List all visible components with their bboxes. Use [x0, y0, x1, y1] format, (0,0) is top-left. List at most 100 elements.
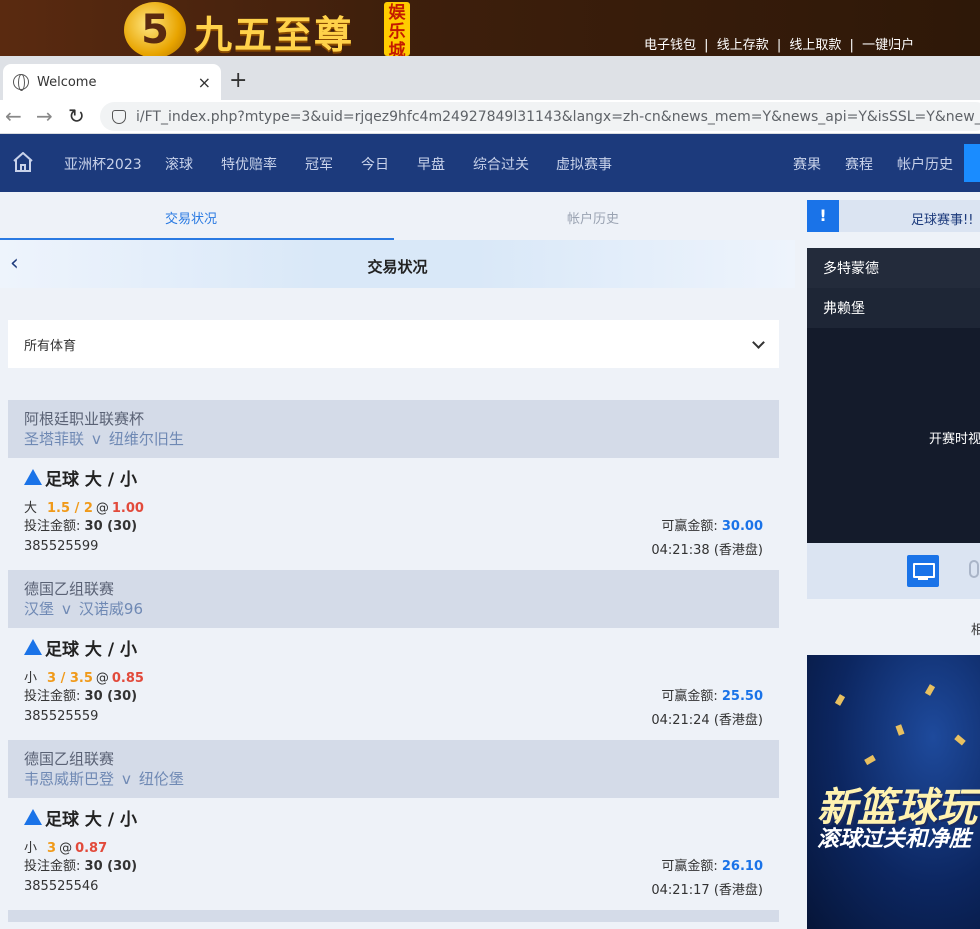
nav-results[interactable]: 赛果 [793, 154, 821, 174]
selection-line: 1.5 / 2 [47, 501, 93, 516]
browser-tab[interactable]: Welcome × [3, 64, 221, 100]
site-nav: 亚洲杯2023 滚球 特优赔率 冠军 今日 早盘 综合过关 虚拟赛事 赛果 赛程… [0, 134, 980, 192]
logo-emblem: 5 [124, 2, 186, 56]
nav-schedule[interactable]: 赛程 [845, 154, 873, 174]
amount-row: 投注金额: 30 (30) 可赢金额: 26.10 [24, 855, 763, 874]
nav-asian-cup[interactable]: 亚洲杯2023 [64, 154, 142, 174]
promo-banner[interactable]: 新篮球玩 滚球过关和净胜 [807, 655, 980, 929]
back-arrow-icon[interactable]: ← [5, 105, 22, 127]
odds-type: (香港盘) [713, 883, 763, 898]
link-consolidate[interactable]: 一键归户 [862, 38, 914, 53]
bet-time: 04:21:24 (香港盘) [651, 709, 763, 728]
new-tab-icon[interactable]: + [229, 69, 247, 93]
win-amount: 可赢金额: 25.50 [661, 685, 763, 704]
reload-icon[interactable]: ↻ [68, 105, 85, 127]
live-video-panel: 多特蒙德 弗赖堡 开赛时视 [807, 248, 980, 543]
vs-label: v [92, 430, 101, 448]
top-links: 电子钱包 | 线上存款 | 线上取款 | 一键归户 [644, 34, 918, 53]
bet-detail: 足球 大 / 小 小 3 @0.87 投注金额: 30 (30) 可赢金额: 26.… [8, 798, 779, 910]
confetti-decoration [895, 724, 905, 736]
match-teams: 圣塔菲联 v 纽维尔旧生 [24, 429, 763, 449]
sport-filter-dropdown[interactable]: 所有体育 [8, 320, 779, 368]
bet-selection: 小 3 @0.87 [24, 837, 763, 856]
forward-arrow-icon[interactable]: → [36, 105, 53, 127]
site-banner: 5 九五至尊 娱乐城 电子钱包 | 线上存款 | 线上取款 | 一键归户 [0, 0, 980, 56]
time-value: 04:21:17 [651, 883, 710, 898]
promo-subtitle: 滚球过关和净胜 [817, 827, 972, 852]
video-controls [807, 543, 980, 599]
market-title: 足球 大 / 小 [24, 466, 763, 490]
link-withdraw[interactable]: 线上取款 [789, 38, 841, 53]
win-amount: 可赢金额: 30.00 [661, 515, 763, 534]
home-team: 圣塔菲联 [24, 430, 85, 448]
bet-header: 德国乙组联赛 汉堡 v 汉诺威96 [8, 570, 779, 628]
stake-value: 30 (30) [84, 859, 138, 874]
time-value: 04:21:38 [651, 543, 710, 558]
link-separator: | [849, 38, 854, 53]
nav-outright[interactable]: 冠军 [305, 154, 333, 174]
confetti-decoration [834, 694, 846, 706]
home-team: 汉堡 [24, 600, 55, 618]
tab-title: Welcome [37, 74, 97, 90]
win-label: 可赢金额: [661, 689, 718, 704]
site-info-icon[interactable] [112, 109, 126, 124]
link-deposit[interactable]: 线上存款 [717, 38, 769, 53]
link-wallet[interactable]: 电子钱包 [644, 38, 696, 53]
warning-icon [24, 809, 42, 825]
confetti-decoration [954, 734, 966, 746]
bet-time: 04:21:38 (香港盘) [651, 539, 763, 558]
tab-account-history[interactable]: 帐户历史 [567, 208, 619, 227]
tab-transaction-status[interactable]: 交易状况 [165, 208, 217, 227]
league-name: 德国乙组联赛 [24, 750, 115, 768]
live-team-away: 弗赖堡 [807, 288, 980, 328]
message-icon[interactable]: ! [807, 200, 839, 232]
bet-detail: 足球 大 / 小 大 1.5 / 2 @1.00 投注金额: 30 (30) 可赢金… [8, 458, 779, 570]
home-icon[interactable] [12, 152, 34, 172]
stake-value: 30 (30) [84, 689, 138, 704]
bet-header [8, 910, 779, 922]
market-title: 足球 大 / 小 [24, 806, 763, 830]
browser-tabstrip: Welcome × + [0, 56, 980, 100]
bet-detail: 足球 大 / 小 小 3 / 3.5 @0.85 投注金额: 30 (30) 可赢金… [8, 628, 779, 740]
link-separator: | [776, 38, 782, 53]
nav-virtual[interactable]: 虚拟赛事 [556, 154, 612, 174]
address-bar[interactable]: i/FT_index.php?mtype=3&uid=rjqez9hfc4m24… [100, 102, 980, 131]
sport-filter-value: 所有体育 [24, 338, 77, 354]
bet-selection: 大 1.5 / 2 @1.00 [24, 497, 763, 516]
live-panel-title: 足球赛事!! [911, 213, 974, 228]
ticket-row: 385525546 04:21:17 (香港盘) [24, 879, 763, 898]
nav-extra-button[interactable] [964, 144, 980, 182]
bet-time: 04:21:17 (香港盘) [651, 879, 763, 898]
bet-selection: 小 3 / 3.5 @0.85 [24, 667, 763, 686]
monitor-icon[interactable] [907, 555, 939, 587]
market-title: 足球 大 / 小 [24, 636, 763, 660]
page-title: 交易状况 [367, 258, 428, 276]
stake-label: 投注金额: [24, 689, 81, 704]
ticket-row: 385525559 04:21:24 (香港盘) [24, 709, 763, 728]
logo-badge: 娱乐城 [384, 2, 410, 56]
warning-icon [24, 469, 42, 485]
stake-label: 投注金额: [24, 859, 81, 874]
market-name: 足球 大 / 小 [45, 639, 137, 660]
microphone-icon[interactable] [969, 560, 979, 578]
match-teams: 汉堡 v 汉诺威96 [24, 599, 763, 619]
page-title-bar: ‹ 交易状况 [0, 240, 795, 288]
nav-today[interactable]: 今日 [361, 154, 389, 174]
nav-account-history[interactable]: 帐户历史 [897, 154, 953, 174]
league-name: 德国乙组联赛 [24, 580, 115, 598]
nav-early[interactable]: 早盘 [417, 154, 445, 174]
nav-parlay[interactable]: 综合过关 [473, 154, 529, 174]
sub-tabs: 交易状况 帐户历史 [0, 192, 795, 240]
selection-line: 3 [47, 841, 57, 856]
close-icon[interactable]: × [198, 73, 211, 92]
nav-special-odds[interactable]: 特优赔率 [221, 154, 277, 174]
confetti-decoration [864, 754, 876, 766]
selection-odds: 1.00 [111, 501, 144, 516]
away-team: 汉诺威96 [78, 600, 143, 618]
selection-side: 大 [24, 501, 38, 516]
bet-header: 阿根廷职业联赛杯 圣塔菲联 v 纽维尔旧生 [8, 400, 779, 458]
ticket-id: 385525546 [24, 879, 99, 894]
ticket-id: 385525599 [24, 539, 99, 554]
bet-list: 阿根廷职业联赛杯 圣塔菲联 v 纽维尔旧生 足球 大 / 小 大 1.5 / 2 @1.… [8, 400, 779, 922]
nav-in-play[interactable]: 滚球 [165, 154, 193, 174]
